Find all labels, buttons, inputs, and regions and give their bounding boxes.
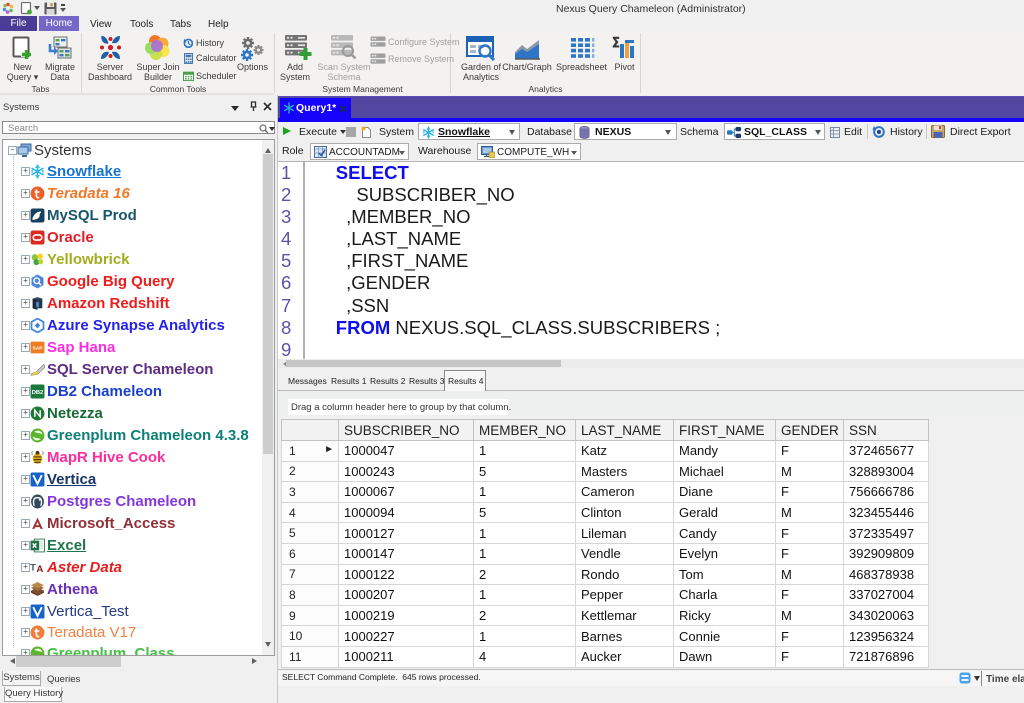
svg-text:SAP: SAP <box>32 346 43 352</box>
svg-text:DB2: DB2 <box>32 390 44 396</box>
svg-text:A: A <box>36 564 43 575</box>
svg-text:T: T <box>30 563 36 574</box>
